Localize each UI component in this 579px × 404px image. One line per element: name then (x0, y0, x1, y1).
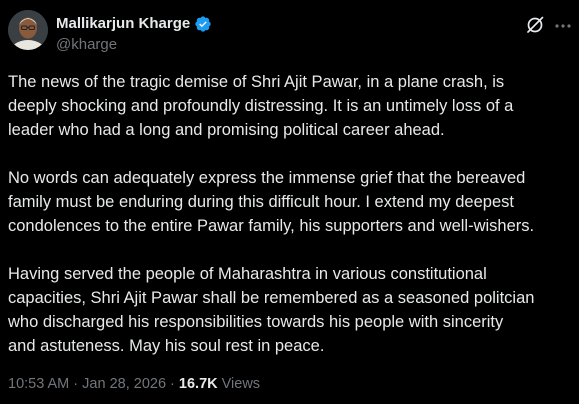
tweet-line: who discharged his responsibilities towa… (8, 313, 504, 331)
tweet-date: Jan 28, 2026 (82, 376, 167, 392)
views-label: Views (217, 376, 261, 392)
timestamp-link[interactable]: 10:53 AM · Jan 28, 2026 (8, 376, 166, 392)
meta-separator: · (69, 376, 83, 392)
tweet-line: Having served the people of Maharashtra … (8, 265, 487, 283)
tweet-time: 10:53 AM (8, 376, 70, 392)
tweet-paragraph: No words can adequately express the imme… (8, 166, 574, 238)
tweet-line: capacities, Shri Ajit Pawar shall be rem… (8, 289, 535, 307)
avatar[interactable] (8, 10, 48, 50)
author-display-name[interactable]: Mallikarjun Kharge (56, 15, 190, 33)
views-count: 16.7K (178, 376, 218, 392)
tweet-line: No words can adequately express the imme… (8, 169, 526, 187)
grok-icon[interactable] (525, 15, 545, 35)
verified-badge-icon[interactable] (194, 15, 212, 33)
tweet-paragraph: The news of the tragic demise of Shri Aj… (8, 70, 574, 142)
tweet-meta: 10:53 AM · Jan 28, 2026 · 16.7K Views (8, 375, 260, 393)
tweet-text: The news of the tragic demise of Shri Aj… (8, 70, 574, 358)
tweet-line: deeply shocking and profoundly distressi… (8, 97, 514, 115)
tweet-card: Mallikarjun Kharge @kharge The news of t… (0, 0, 579, 404)
tweet-paragraph: Having served the people of Maharashtra … (8, 262, 574, 358)
tweet-line: leader who had a long and promising poli… (8, 121, 445, 139)
tweet-line: family must be enduring during this diff… (8, 193, 514, 211)
author-handle[interactable]: @kharge (56, 36, 117, 54)
meta-separator: · (166, 376, 179, 392)
tweet-line: condolences to the entire Pawar family, … (8, 217, 535, 235)
more-options-icon[interactable] (553, 16, 573, 36)
views-link[interactable]: 16.7K Views (179, 376, 260, 392)
tweet-line: and astuteness. May his soul rest in pea… (8, 337, 325, 355)
tweet-line: The news of the tragic demise of Shri Aj… (8, 73, 505, 91)
author-name-row: Mallikarjun Kharge (56, 15, 212, 33)
